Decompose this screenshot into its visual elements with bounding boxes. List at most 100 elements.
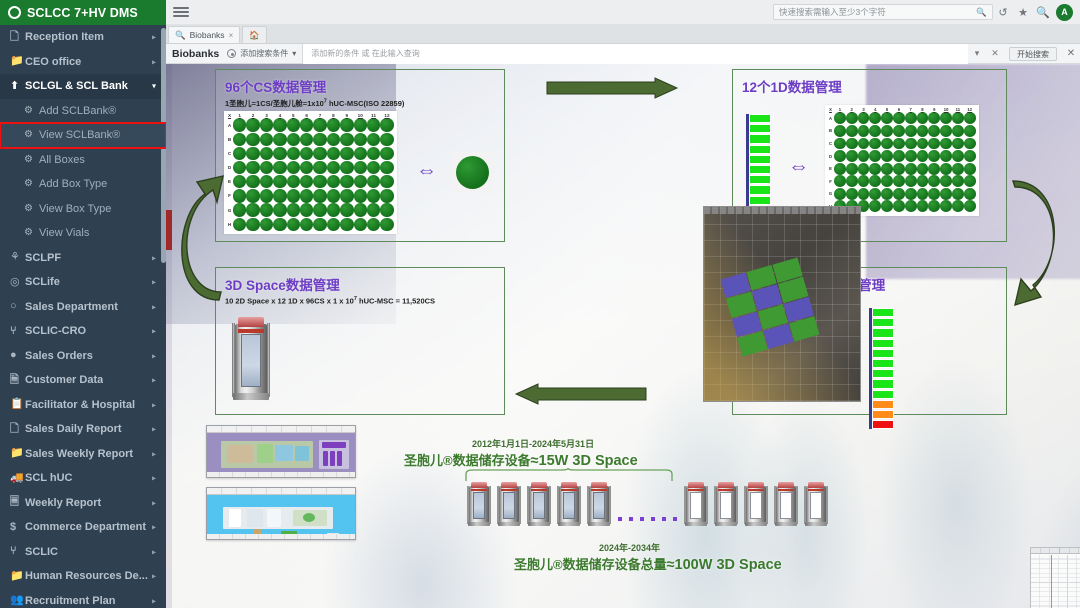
sidebar-item-view-sclbank[interactable]: ⚙ View SCLBank®: [0, 122, 166, 149]
plate-well[interactable]: [313, 217, 327, 231]
sidebar-item-facilitator-hospital[interactable]: 📋 Facilitator & Hospital ▸: [0, 393, 166, 418]
close-icon[interactable]: ✕: [1062, 48, 1080, 59]
plate-well[interactable]: [881, 175, 893, 188]
chevron-down-icon[interactable]: ▾: [968, 48, 986, 59]
plate-well[interactable]: [380, 217, 394, 231]
plate-well[interactable]: [273, 175, 287, 189]
plate-well[interactable]: [916, 112, 929, 125]
plate-well[interactable]: [928, 200, 941, 213]
plate-well[interactable]: [881, 187, 893, 200]
plate-well[interactable]: [286, 217, 300, 231]
plate-well[interactable]: [233, 118, 247, 132]
close-icon[interactable]: ×: [229, 31, 234, 40]
plate-well[interactable]: [233, 160, 247, 175]
plate-well[interactable]: [313, 175, 327, 189]
plate-well[interactable]: [940, 137, 952, 150]
plate-well[interactable]: [380, 175, 394, 189]
plate-well[interactable]: [881, 162, 893, 175]
plate-well[interactable]: [951, 187, 964, 200]
plate-well[interactable]: [313, 203, 327, 217]
plate-well[interactable]: [246, 189, 260, 203]
plate-well[interactable]: [940, 175, 952, 188]
plate-well[interactable]: [286, 146, 300, 161]
plate-well[interactable]: [286, 189, 300, 203]
plate-well[interactable]: [869, 112, 882, 125]
plate-well[interactable]: [326, 189, 341, 203]
plate-well[interactable]: [951, 175, 964, 188]
plate-well[interactable]: [326, 118, 341, 132]
facility-thumbnail-cyan[interactable]: [206, 487, 356, 540]
plate-well[interactable]: [259, 189, 274, 203]
plate-well[interactable]: [233, 189, 247, 203]
plate-well[interactable]: [857, 137, 870, 150]
plate-96well-right[interactable]: X123456789101112ABCDEFGH: [825, 105, 979, 216]
plate-well[interactable]: [963, 112, 976, 125]
plate-well[interactable]: [881, 200, 893, 213]
plate-well[interactable]: [892, 187, 905, 200]
plate-well[interactable]: [380, 118, 394, 132]
plate-well[interactable]: [869, 200, 882, 213]
plate-well[interactable]: [366, 160, 381, 175]
sidebar-item-add-sclbank[interactable]: ⚙ Add SCLBank®: [0, 99, 166, 124]
sidebar-item-sclgl-scl-bank[interactable]: ⬆ SCLGL & SCL Bank ▾: [0, 74, 166, 99]
avatar[interactable]: A: [1056, 3, 1073, 21]
tab-home[interactable]: 🏠: [242, 26, 267, 43]
plate-well[interactable]: [834, 137, 846, 150]
sidebar-item-sales-weekly-report[interactable]: 📁 Sales Weekly Report ▸: [0, 442, 166, 467]
plate-well[interactable]: [951, 200, 964, 213]
plate-well[interactable]: [916, 124, 929, 138]
plate-well[interactable]: [857, 162, 870, 175]
sidebar-item-scl-huc[interactable]: 🚚 SCL hUC ▸: [0, 466, 166, 491]
plate-well[interactable]: [892, 137, 905, 150]
plate-well[interactable]: [353, 175, 367, 189]
sidebar-item-ceo-office[interactable]: 📁 CEO office ▸: [0, 50, 166, 75]
sidebar-item-sclife[interactable]: ◎ SCLife ▸: [0, 270, 166, 295]
plate-well[interactable]: [286, 118, 300, 132]
plate-well[interactable]: [366, 118, 381, 132]
plate-well[interactable]: [904, 124, 917, 138]
plate-well[interactable]: [366, 217, 381, 231]
plate-well[interactable]: [313, 160, 327, 175]
plate-well[interactable]: [286, 203, 300, 217]
plate-well[interactable]: [299, 146, 314, 161]
plate-well[interactable]: [259, 217, 274, 231]
plate-well[interactable]: [845, 150, 858, 163]
plate-well[interactable]: [857, 112, 870, 125]
plate-well[interactable]: [963, 175, 976, 188]
plate-well[interactable]: [246, 118, 260, 132]
facility-thumbnail-purple[interactable]: [206, 425, 356, 478]
star-icon[interactable]: ★: [1013, 2, 1033, 22]
plate-well[interactable]: [259, 175, 274, 189]
plate-well[interactable]: [928, 150, 941, 163]
plate-well[interactable]: [326, 175, 341, 189]
sidebar-item-sclic-cro[interactable]: ⑂ SCLIC-CRO ▸: [0, 319, 166, 344]
plate-well[interactable]: [299, 189, 314, 203]
plate-well[interactable]: [353, 217, 367, 231]
plate-well[interactable]: [881, 137, 893, 150]
plate-well[interactable]: [869, 187, 882, 200]
plate-well[interactable]: [904, 137, 917, 150]
sidebar-item-human-resources-de[interactable]: 📁 Human Resources De... ▸: [0, 564, 166, 589]
plate-well[interactable]: [246, 175, 260, 189]
plate-well[interactable]: [353, 160, 367, 175]
plate-well[interactable]: [273, 217, 287, 231]
plate-well[interactable]: [340, 160, 354, 175]
sidebar-item-view-box-type[interactable]: ⚙ View Box Type: [0, 197, 166, 222]
plate-well[interactable]: [286, 132, 300, 146]
plate-well[interactable]: [259, 203, 274, 217]
plate-well[interactable]: [904, 200, 917, 213]
plate-well[interactable]: [845, 187, 858, 200]
plate-well[interactable]: [326, 132, 341, 146]
plate-well[interactable]: [916, 187, 929, 200]
plate-well[interactable]: [340, 189, 354, 203]
sidebar-item-sales-daily-report[interactable]: 🗋 Sales Daily Report ▸: [0, 417, 166, 442]
plate-well[interactable]: [299, 203, 314, 217]
plate-well[interactable]: [857, 175, 870, 188]
plate-well[interactable]: [380, 146, 394, 161]
plate-well[interactable]: [340, 203, 354, 217]
plate-well[interactable]: [380, 132, 394, 146]
plate-well[interactable]: [963, 137, 976, 150]
plate-well[interactable]: [845, 112, 858, 125]
plate-well[interactable]: [246, 160, 260, 175]
search-condition-input[interactable]: 添加新的条件 或 在此输入查询: [302, 43, 968, 64]
